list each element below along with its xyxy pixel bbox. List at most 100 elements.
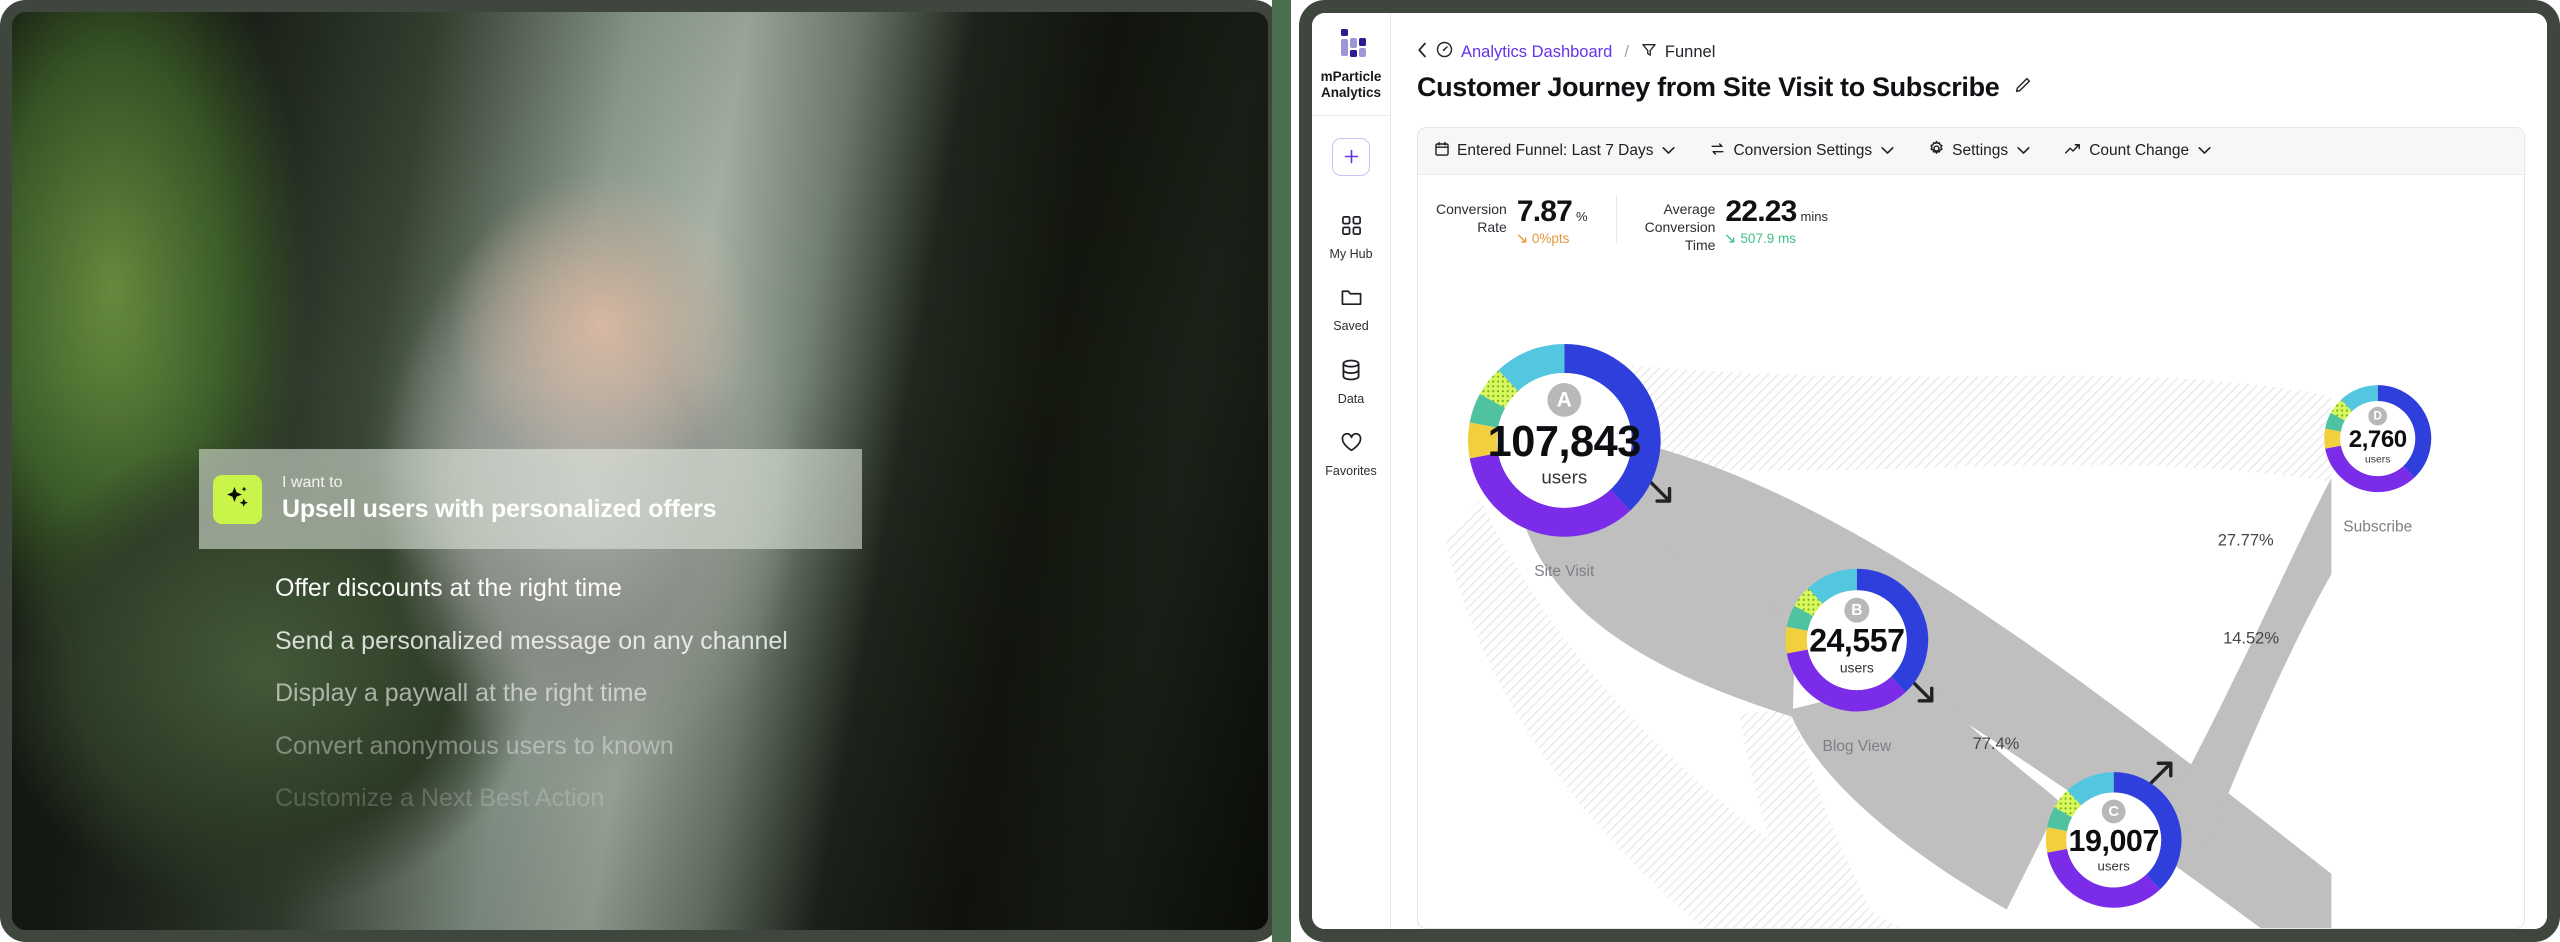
kpi-value: 22.23 — [1725, 195, 1797, 228]
sidebar-item-label: Data — [1337, 391, 1365, 406]
funnel-node-create-profile[interactable]: C19,007usersCreate Profile — [2045, 772, 2182, 928]
kpi-delta: 0%pts — [1517, 231, 1588, 246]
toolbar-label: Count Change — [2089, 142, 2190, 159]
trend-up-icon — [2064, 141, 2082, 162]
sidebar-nav: My Hub Saved Data Favorites — [1312, 202, 1390, 491]
list-item[interactable]: Offer discounts at the right time — [275, 572, 995, 605]
edge-percent-label: 77.4% — [1973, 735, 2020, 753]
ring-segment-yellow — [1468, 422, 1499, 459]
chevron-down-icon — [2198, 142, 2211, 160]
kpi-value-block: 7.87 % 0%pts — [1517, 195, 1588, 246]
funnel-chart[interactable]: 27.77% 77.4% 14.52% A 107,843 users Site Visit… — [1418, 257, 2524, 928]
ai-suggestion-list: Offer discounts at the right time Send a… — [275, 572, 995, 835]
ring-segment-lime — [1479, 370, 1519, 409]
toolbar-label: Conversion Settings — [1733, 142, 1873, 159]
ring-segment-teal — [1786, 605, 1814, 632]
gear-icon — [1928, 140, 1945, 162]
kpi-label-line: Conversion — [1436, 201, 1507, 217]
sidebar-item-favorites[interactable]: Favorites — [1312, 419, 1390, 491]
page-title-row: Customer Journey from Site Visit to Subs… — [1391, 63, 2547, 103]
node-badge-letter: C — [2108, 804, 2119, 820]
kpi-delta-value: 507.9 ms — [1740, 231, 1796, 246]
ring-segment-lime — [2054, 790, 2082, 818]
list-item[interactable]: Display a paywall at the right time — [275, 677, 995, 710]
breadcrumb: Analytics Dashboard / Funnel — [1391, 13, 2547, 63]
sparkle-icon — [213, 474, 262, 524]
promo-panel: I want to Upsell users with personalized… — [0, 0, 1280, 942]
funnel-node-subscribe[interactable]: D 2,760 users Subscribe — [2324, 385, 2432, 535]
breadcrumb-dashboard-link[interactable]: Analytics Dashboard — [1461, 43, 1612, 62]
brand-block[interactable]: mParticle Analytics — [1312, 13, 1390, 116]
node-value: 19,007 — [2069, 824, 2159, 858]
breadcrumb-current: Funnel — [1664, 42, 1716, 61]
node-value: 24,557 — [1809, 623, 1904, 659]
node-badge-letter: A — [1557, 388, 1572, 411]
node-badge-letter: D — [2373, 410, 2381, 423]
node-unit: users — [2365, 455, 2391, 466]
breadcrumb-separator: / — [1624, 42, 1629, 61]
kpi-label-line: Rate — [1477, 218, 1507, 235]
chevron-down-icon — [1662, 142, 1676, 160]
kpi-delta-value: 0%pts — [1531, 231, 1570, 246]
dropoff-band — [1628, 365, 2332, 482]
chevron-left-icon[interactable] — [1417, 42, 1428, 63]
ring-segment-lime — [2330, 399, 2353, 421]
ring-segment-teal — [2325, 412, 2346, 432]
kpi-label: Average Conversion Time — [1645, 195, 1716, 255]
sidebar-item-data[interactable]: Data — [1312, 346, 1390, 419]
edge-percent-label: 27.77% — [2218, 532, 2274, 550]
kpi-label: Conversion Rate — [1436, 195, 1507, 237]
arrow-down-right-icon — [1517, 234, 1527, 243]
arrow-down-right-icon — [1726, 234, 1735, 243]
ai-card-kicker: I want to — [282, 473, 343, 491]
ai-suggestion-card[interactable]: I want to Upsell users with personalized… — [199, 449, 862, 549]
node-unit: users — [2098, 858, 2131, 873]
edge-percent-label: 14.52% — [2223, 630, 2279, 648]
brand-line-2: Analytics — [1320, 84, 1381, 100]
plus-icon — [1344, 150, 1358, 164]
kpi-value: 7.87 — [1516, 195, 1573, 228]
pencil-icon[interactable] — [2013, 76, 2032, 100]
list-item[interactable]: Send a personalized message on any chann… — [275, 625, 995, 658]
list-item[interactable]: Convert anonymous users to known — [275, 730, 995, 763]
node-name: Subscribe — [2343, 518, 2412, 535]
funnel-card: Entered Funnel: Last 7 Days Conversion S… — [1417, 127, 2525, 929]
kpi-conversion-rate: Conversion Rate 7.87 % 0%pts — [1436, 195, 1616, 246]
node-unit: users — [1840, 659, 1874, 675]
app-window: mParticle Analytics My Hub Saved Data Fa… — [1299, 0, 2560, 942]
sidebar-item-my-hub[interactable]: My Hub — [1312, 202, 1390, 274]
toolbar-conversion-settings[interactable]: Conversion Settings — [1709, 141, 1894, 162]
funnel-icon — [1641, 42, 1657, 63]
add-new-button[interactable] — [1332, 137, 1370, 176]
kpi-delta: 507.9 ms — [1725, 231, 1828, 246]
node-value: 107,843 — [1488, 418, 1641, 466]
heart-icon — [1340, 432, 1363, 458]
list-item[interactable]: Customize a Next Best Action — [275, 782, 995, 815]
brand-line-1: mParticle — [1320, 69, 1382, 84]
kpi-row: Conversion Rate 7.87 % 0%pts Average Con… — [1418, 175, 2524, 257]
main-content: Analytics Dashboard / Funnel Customer Jo… — [1391, 13, 2547, 929]
toolbar-date-range[interactable]: Entered Funnel: Last 7 Days — [1434, 141, 1676, 162]
toolbar-settings[interactable]: Settings — [1928, 140, 2030, 162]
toolbar-count-change[interactable]: Count Change — [2064, 141, 2211, 162]
ai-card-headline: Upsell users with personalized offers — [282, 494, 717, 523]
kpi-value-block: 22.23 mins 507.9 ms — [1725, 195, 1828, 246]
ring-segment-yellow — [2324, 428, 2341, 449]
folder-icon — [1340, 287, 1363, 313]
kpi-label-line: Average — [1663, 201, 1716, 217]
kpi-label-line: Conversion — [1644, 218, 1716, 235]
node-value: 2,760 — [2349, 426, 2407, 453]
calendar-icon — [1434, 141, 1450, 162]
kpi-average-conversion-time: Average Conversion Time 22.23 mins 507.9… — [1615, 195, 1856, 253]
chevron-down-icon — [1881, 142, 1894, 160]
panel-seam-divider — [1272, 0, 1291, 942]
sidebar-item-saved[interactable]: Saved — [1312, 274, 1390, 346]
node-name: Blog View — [1822, 738, 1892, 755]
kpi-unit: % — [1576, 209, 1588, 224]
sidebar-item-label: My Hub — [1329, 246, 1373, 261]
ring-segment-lime — [1794, 588, 1823, 617]
sidebar: mParticle Analytics My Hub Saved Data Fa… — [1312, 13, 1391, 929]
chart-toolbar: Entered Funnel: Last 7 Days Conversion S… — [1418, 128, 2524, 175]
ring-segment-yellow — [1785, 626, 1808, 654]
kpi-label-line: Time — [1684, 236, 1716, 253]
